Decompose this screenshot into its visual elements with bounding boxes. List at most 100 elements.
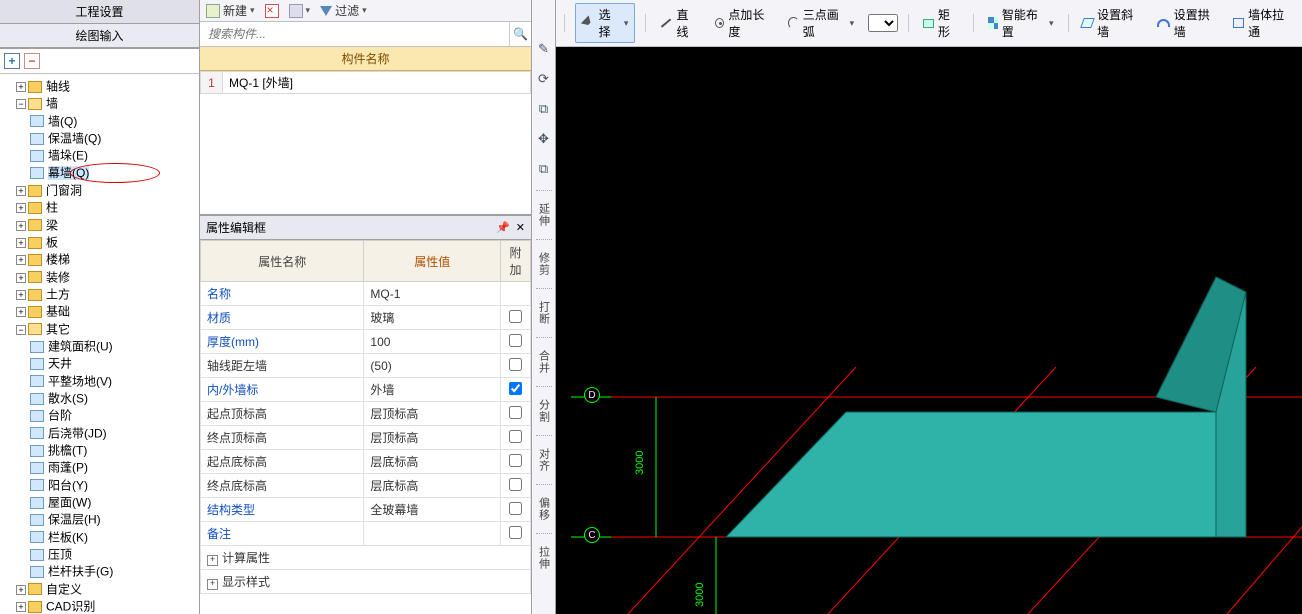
tree-node-railing-k[interactable]: 栏板(K) — [48, 530, 88, 544]
toggle-icon[interactable]: + — [16, 221, 26, 231]
prop-display-group[interactable]: 显示样式 — [201, 570, 531, 594]
toggle-icon[interactable]: + — [16, 255, 26, 265]
delete-button[interactable] — [265, 4, 279, 18]
prop-value[interactable]: 层顶标高 — [364, 426, 501, 450]
toggle-icon[interactable]: − — [16, 99, 26, 109]
toggle-icon[interactable]: − — [16, 325, 26, 335]
prop-calc-group[interactable]: 计算属性 — [201, 546, 531, 570]
tree-node-rain-p[interactable]: 雨蓬(P) — [48, 461, 88, 475]
search-button[interactable]: 🔍 — [509, 22, 531, 46]
arc3-button[interactable]: 三点画弧▾ — [784, 4, 858, 42]
filter-button[interactable]: 过滤▾ — [320, 2, 367, 19]
tree-node-door[interactable]: 门窗洞 — [46, 183, 82, 197]
copy-button[interactable]: ▾ — [289, 4, 311, 18]
toggle-icon[interactable]: + — [16, 238, 26, 248]
tree-node-apron-s[interactable]: 散水(S) — [48, 391, 88, 405]
expand-all-button[interactable]: + — [4, 53, 20, 69]
tree-node-earth[interactable]: 土方 — [46, 287, 70, 301]
prop-value[interactable]: MQ-1 — [364, 282, 501, 306]
tree-node-handrail-g[interactable]: 栏杆扶手(G) — [48, 565, 113, 579]
tree-node-wall[interactable]: 墙 — [46, 97, 58, 111]
tree-node-step[interactable]: 台阶 — [48, 409, 72, 423]
component-tree[interactable]: + 轴线 − 墙 墙(Q) 保温墙(Q) 墙垛(E) 幕墙(Q) + 门窗洞 + 柱 +… — [0, 74, 199, 614]
tree-node-stair[interactable]: 楼梯 — [46, 253, 70, 267]
tree-node-wall-q[interactable]: 墙(Q) — [48, 114, 77, 128]
tree-node-axis[interactable]: 轴线 — [46, 79, 70, 93]
tree-node-balcony-y[interactable]: 阳台(Y) — [48, 478, 88, 492]
pin-icon[interactable]: 📌 — [496, 221, 510, 234]
tree-node-found[interactable]: 基础 — [46, 305, 70, 319]
tree-node-level-v[interactable]: 平整场地(V) — [48, 374, 112, 388]
prop-value[interactable]: 全玻幕墙 — [364, 498, 501, 522]
component-row[interactable]: 1 MQ-1 [外墙] — [201, 72, 531, 94]
extra-checkbox[interactable] — [509, 382, 522, 395]
prop-value[interactable]: 外墙 — [364, 378, 501, 402]
point-length-button[interactable]: 点加长度 — [711, 4, 774, 42]
arch-wall-button[interactable]: 设置拱墙 — [1153, 4, 1219, 42]
tree-node-roof-w[interactable]: 屋面(W) — [48, 495, 91, 509]
prop-value[interactable]: 层底标高 — [364, 450, 501, 474]
tree-node-postcast-jd[interactable]: 后浇带(JD) — [48, 426, 107, 440]
toggle-icon[interactable]: + — [16, 186, 26, 196]
tree-node-insul-h[interactable]: 保温层(H) — [48, 513, 101, 527]
prop-value[interactable] — [364, 522, 501, 546]
rotate-icon[interactable]: ⟳ — [535, 70, 553, 88]
search-input[interactable] — [200, 22, 509, 46]
extra-checkbox[interactable] — [509, 454, 522, 467]
tree-node-area-u[interactable]: 建筑面积(U) — [48, 339, 113, 353]
tree-node-column[interactable]: 柱 — [46, 201, 58, 215]
extra-checkbox[interactable] — [509, 358, 522, 371]
smart-layout-button[interactable]: 智能布置▾ — [984, 4, 1058, 42]
tool-align[interactable]: 对齐 — [536, 448, 552, 472]
line-button[interactable]: 直线 — [656, 4, 701, 42]
tree-node-other[interactable]: 其它 — [46, 322, 70, 336]
copy-icon[interactable]: ⧉ — [535, 160, 553, 178]
toggle-icon[interactable]: + — [16, 82, 26, 92]
tree-node-decor[interactable]: 装修 — [46, 270, 70, 284]
extra-checkbox[interactable] — [509, 478, 522, 491]
brush-icon[interactable]: ✎ — [535, 40, 553, 58]
prop-value[interactable]: 100 — [364, 330, 501, 354]
prop-value[interactable]: 层顶标高 — [364, 402, 501, 426]
tool-offset[interactable]: 偏移 — [536, 497, 552, 521]
tool-break[interactable]: 打断 — [536, 301, 552, 325]
collapse-all-button[interactable]: − — [24, 53, 40, 69]
tree-node-coping[interactable]: 压顶 — [48, 547, 72, 561]
toggle-icon[interactable]: + — [16, 307, 26, 317]
prop-value[interactable]: 层底标高 — [364, 474, 501, 498]
tree-node-canopy-t[interactable]: 挑檐(T) — [48, 443, 87, 457]
tree-node-pier-e[interactable]: 墙垛(E) — [48, 149, 88, 163]
extra-checkbox[interactable] — [509, 334, 522, 347]
toggle-icon[interactable]: + — [16, 602, 26, 612]
tool-merge[interactable]: 合并 — [536, 350, 552, 374]
new-button[interactable]: 新建▾ — [206, 2, 255, 19]
extra-checkbox[interactable] — [509, 406, 522, 419]
tool-extend[interactable]: 延伸 — [536, 203, 552, 227]
component-name-cell[interactable]: MQ-1 [外墙] — [223, 72, 531, 94]
tree-node-beam[interactable]: 梁 — [46, 218, 58, 232]
tree-node-patio[interactable]: 天井 — [48, 357, 72, 371]
tool-stretch[interactable]: 拉伸 — [536, 546, 552, 570]
mirror-icon[interactable]: ⧉ — [535, 100, 553, 118]
extra-checkbox[interactable] — [509, 430, 522, 443]
move-icon[interactable]: ✥ — [535, 130, 553, 148]
tree-node-cad[interactable]: CAD识别 — [46, 599, 95, 613]
tree-node-curtain-q[interactable]: 幕墙(Q) — [48, 166, 89, 180]
select-button[interactable]: 选择▾ — [575, 3, 635, 43]
tool-trim[interactable]: 修剪 — [536, 252, 552, 276]
slant-wall-button[interactable]: 设置斜墙 — [1078, 4, 1143, 42]
prop-value[interactable]: 玻璃 — [364, 306, 501, 330]
rect-button[interactable]: 矩形 — [919, 4, 962, 42]
close-icon[interactable]: ✕ — [516, 221, 525, 234]
toggle-icon[interactable]: + — [16, 585, 26, 595]
tab-draw-input[interactable]: 绘图输入 — [0, 24, 199, 48]
extra-checkbox[interactable] — [509, 526, 522, 539]
tree-node-slab[interactable]: 板 — [46, 235, 58, 249]
tab-project-settings[interactable]: 工程设置 — [0, 0, 199, 24]
prop-value[interactable]: (50) — [364, 354, 501, 378]
extra-checkbox[interactable] — [509, 502, 522, 515]
extra-checkbox[interactable] — [509, 310, 522, 323]
toggle-icon[interactable]: + — [16, 290, 26, 300]
wall-through-button[interactable]: 墙体拉通 — [1229, 4, 1294, 42]
tree-node-insulate-q[interactable]: 保温墙(Q) — [48, 131, 101, 145]
